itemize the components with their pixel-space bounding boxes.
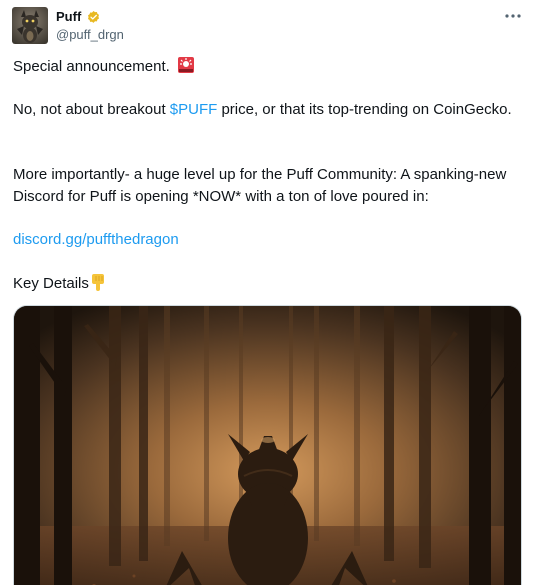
tweet-text-announcement: Special announcement. — [13, 56, 518, 78]
price-text-start: No, not about breakout — [13, 101, 170, 118]
tweet-text-key-details: Key Details — [13, 272, 518, 295]
pointing-down-emoji-icon — [91, 274, 104, 291]
tweet-text-discord: More importantly- a huge level up for th… — [13, 166, 507, 205]
avatar[interactable] — [12, 7, 48, 44]
tweet-media-image[interactable] — [13, 305, 522, 585]
verified-badge-icon[interactable] — [86, 10, 101, 25]
more-options-button[interactable] — [502, 7, 524, 25]
dragon-in-forest-image — [14, 306, 521, 585]
dragon-avatar-icon — [12, 7, 48, 44]
key-details-text: Key Details — [13, 275, 89, 292]
author-handle[interactable]: @puff_drgn — [56, 27, 124, 42]
discord-link[interactable]: discord.gg/puffthedragon — [13, 231, 179, 248]
announcement-text: Special announcement. — [13, 58, 170, 75]
author-name[interactable]: Puff — [56, 9, 81, 24]
more-horizontal-icon — [505, 14, 521, 18]
siren-emoji-icon — [177, 57, 194, 73]
tweet-text-price: No, not about breakout $PUFF price, or t… — [13, 99, 518, 121]
price-text-end: price, or that its top-trending on CoinG… — [217, 101, 512, 118]
cashtag-link[interactable]: $PUFF — [170, 101, 218, 118]
tweet-link-row: discord.gg/puffthedragon — [13, 229, 518, 251]
tweet: Puff @puff_drgn Special announcement. No… — [0, 0, 535, 585]
